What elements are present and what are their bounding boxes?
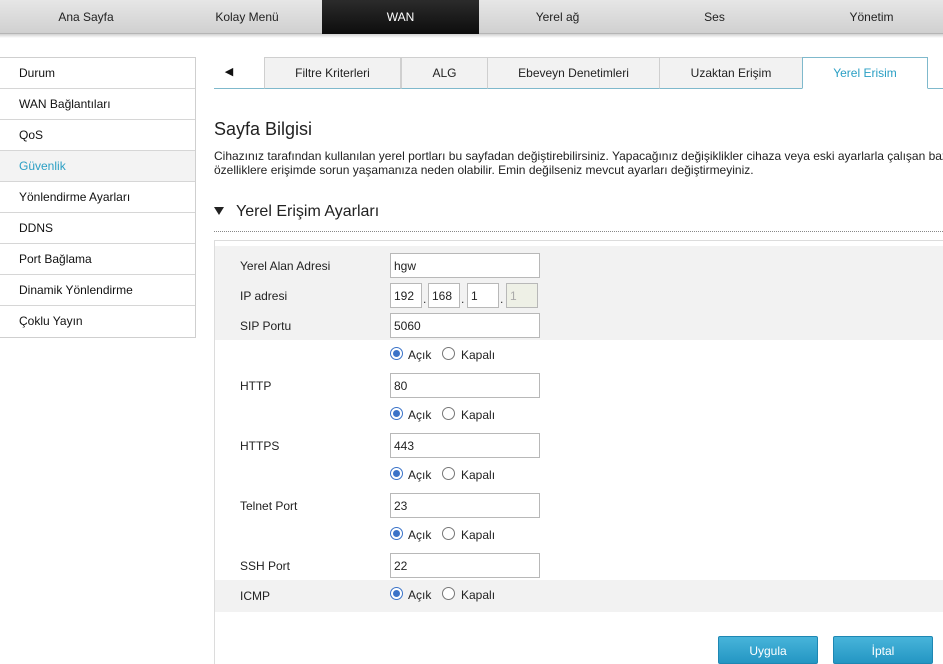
page-description: Cihazınız tarafından kullanılan yerel po… (214, 149, 943, 177)
icmp-open-label: Açık (408, 588, 432, 602)
sidebar-item-security[interactable]: Güvenlik (0, 151, 195, 182)
ip-separator: . (500, 292, 504, 306)
sidebar-item-status[interactable]: Durum (0, 58, 195, 89)
https-open-radio[interactable] (390, 407, 403, 420)
nav-item-management[interactable]: Yönetim (793, 0, 943, 34)
sidebar-item-port-binding[interactable]: Port Bağlama (0, 244, 195, 275)
http-port-label: HTTP (240, 379, 272, 393)
https-closed-radio[interactable] (442, 407, 455, 420)
collapse-triangle-icon[interactable] (214, 207, 224, 215)
sidebar-item-routing-settings[interactable]: Yönlendirme Ayarları (0, 182, 195, 213)
nav-item-easy-menu[interactable]: Kolay Menü (172, 0, 322, 34)
https-port-label: HTTPS (240, 439, 280, 453)
telnet-open-radio[interactable] (390, 467, 403, 480)
https-port-input[interactable] (390, 433, 540, 458)
sub-tabs: ◀ Filtre Kriterleri ALG Ebeveyn Denetiml… (214, 57, 943, 89)
ssh-closed-radio[interactable] (442, 527, 455, 540)
apply-button[interactable]: Uygula (718, 636, 818, 664)
sidebar-item-multicast[interactable]: Çoklu Yayın (0, 306, 195, 337)
ip-octet-2-input[interactable] (428, 283, 460, 308)
ip-separator: . (423, 292, 427, 306)
tab-alg[interactable]: ALG (401, 57, 488, 89)
ssh-open-label: Açık (408, 528, 432, 542)
ip-octet-1-input[interactable] (390, 283, 422, 308)
icmp-label: ICMP (240, 589, 270, 603)
http-port-input[interactable] (390, 373, 540, 398)
tab-local-access[interactable]: Yerel Erisim (802, 57, 928, 89)
ip-address-label: IP adresi (240, 289, 288, 303)
icmp-closed-radio[interactable] (442, 587, 455, 600)
sip-port-label: SIP Portu (240, 319, 292, 333)
lan-name-label: Yerel Alan Adresi (240, 259, 331, 273)
telnet-closed-radio[interactable] (442, 467, 455, 480)
nav-item-home[interactable]: Ana Sayfa (0, 0, 172, 34)
telnet-closed-label: Kapalı (461, 468, 496, 482)
ssh-port-input[interactable] (390, 553, 540, 578)
lan-name-input[interactable] (390, 253, 540, 278)
tab-remote-access[interactable]: Uzaktan Erişim (659, 57, 803, 89)
ip-separator: . (461, 292, 465, 306)
ssh-closed-label: Kapalı (461, 528, 496, 542)
http-open-label: Açık (408, 348, 432, 362)
nav-item-voice[interactable]: Ses (636, 0, 793, 34)
http-closed-label: Kapalı (461, 348, 496, 362)
tab-filter-criteria[interactable]: Filtre Kriterleri (264, 57, 401, 89)
section-divider (214, 231, 943, 232)
nav-item-lan[interactable]: Yerel ağ (479, 0, 636, 34)
ssh-toggle: Açık Kapalı (390, 527, 530, 543)
section-title: Yerel Erişim Ayarları (236, 203, 380, 220)
icmp-toggle: Açık Kapalı (390, 587, 530, 603)
form-band-2 (215, 580, 943, 612)
https-open-label: Açık (408, 408, 432, 422)
ip-octet-4-input (506, 283, 538, 308)
cancel-button[interactable]: İptal (833, 636, 933, 664)
section-header[interactable]: Yerel Erişim Ayarları (214, 203, 379, 225)
ssh-port-label: SSH Port (240, 559, 291, 573)
page-description-line-1: Cihazınız tarafından kullanılan yerel po… (214, 149, 943, 163)
telnet-port-input[interactable] (390, 493, 540, 518)
sidebar-item-qos[interactable]: QoS (0, 120, 195, 151)
nav-item-wan[interactable]: WAN (322, 0, 479, 34)
nav-shadow (0, 34, 943, 38)
tab-scroll-left-icon[interactable]: ◀ (214, 57, 244, 89)
app-window: Ana Sayfa Kolay Menü WAN Yerel ağ Ses Yö… (0, 0, 943, 664)
https-closed-label: Kapalı (461, 408, 496, 422)
icmp-open-radio[interactable] (390, 587, 403, 600)
https-toggle: Açık Kapalı (390, 407, 530, 423)
tab-parental-controls[interactable]: Ebeveyn Denetimleri (487, 57, 660, 89)
sidebar-item-ddns[interactable]: DDNS (0, 213, 195, 244)
page-title: Sayfa Bilgisi (214, 119, 313, 139)
sidebar: Durum WAN Bağlantıları QoS Güvenlik Yönl… (0, 57, 196, 338)
http-closed-radio[interactable] (442, 347, 455, 360)
ssh-open-radio[interactable] (390, 527, 403, 540)
http-toggle: Açık Kapalı (390, 347, 530, 363)
top-navigation: Ana Sayfa Kolay Menü WAN Yerel ağ Ses Yö… (0, 0, 943, 34)
sip-port-input[interactable] (390, 313, 540, 338)
telnet-port-label: Telnet Port (240, 499, 298, 513)
telnet-toggle: Açık Kapalı (390, 467, 530, 483)
ip-octet-3-input[interactable] (467, 283, 499, 308)
telnet-open-label: Açık (408, 468, 432, 482)
icmp-closed-label: Kapalı (461, 588, 496, 602)
sidebar-item-wan-connections[interactable]: WAN Bağlantıları (0, 89, 195, 120)
sidebar-item-dynamic-routing[interactable]: Dinamik Yönlendirme (0, 275, 195, 306)
http-open-radio[interactable] (390, 347, 403, 360)
page-description-line-2: özelliklere erişimde sorun yaşamanıza ne… (214, 163, 754, 177)
